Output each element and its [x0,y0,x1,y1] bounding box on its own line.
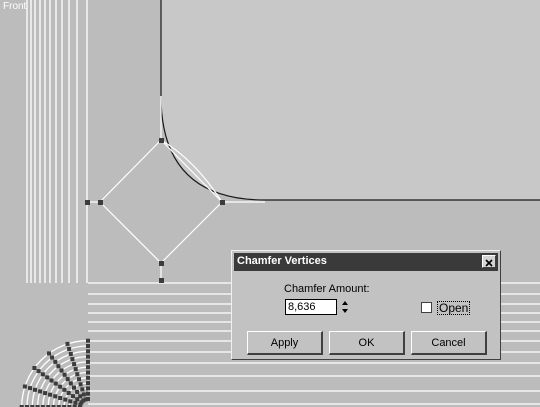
arc-vertex [49,378,54,383]
arc-vertex [65,341,70,346]
arc-vertex [78,382,83,387]
arc-vertex [32,366,37,370]
arc-vertex [86,359,90,364]
ok-button[interactable]: OK [329,331,405,355]
chamfer-amount-spinner[interactable] [340,299,350,315]
spinner-up-icon[interactable] [340,299,350,307]
arc-vertex [65,377,70,382]
arc-vertex [38,389,43,394]
arc-vertex [81,392,86,397]
spinner-down-icon[interactable] [340,307,350,315]
arc-vertex [73,400,78,405]
arc-vertex [68,381,73,386]
arc-vertex [80,387,85,392]
arc-vertex [62,372,67,377]
arc-vertex [78,394,83,399]
arc-vertex [71,394,75,399]
arc-vertex [59,368,64,373]
rounded-shape-fill [161,0,540,200]
chamfer-vertices-dialog: Chamfer Vertices Chamfer Amount: Open Ap… [231,250,501,360]
cancel-button[interactable]: Cancel [411,331,487,355]
arc-vertex [40,372,45,377]
arc-vertex [68,399,73,404]
arc-vertex [86,354,90,359]
arc-vertex [86,397,90,401]
arc-vertex [72,385,76,390]
arc-vertex [53,381,58,386]
arc-vertex [58,396,63,400]
arc-vertex [43,391,48,396]
arc-vertex [86,386,90,391]
arc-vertex [53,394,58,399]
arc-vertex [75,390,80,394]
arc-vertex [36,369,41,374]
arc-vertex [73,367,78,372]
arc-vertex [58,384,63,389]
close-button[interactable] [482,255,496,268]
arc-vertex [62,387,67,392]
arc-vertex [86,344,90,348]
arc-vertex [66,391,71,395]
arc-vertex [28,386,32,391]
open-checkbox[interactable] [421,302,432,313]
chamfer-amount-label: Chamfer Amount: [284,283,370,295]
arc-vertex [67,347,72,351]
arc-vertex [22,384,27,389]
arc-vertex [77,377,81,382]
arc-vertex [50,355,55,360]
viewport-label: Front [3,1,27,12]
arc-vertex [47,351,51,356]
arc-vertex [63,397,68,402]
dialog-title: Chamfer Vertices [237,255,327,267]
arc-vertex [33,387,37,392]
apply-button[interactable]: Apply [247,331,323,355]
arc-vertex [86,370,90,375]
close-icon [485,259,493,267]
arc-vertex [70,357,75,362]
arc-vertex [72,362,77,367]
arc-vertex [48,392,53,397]
chamfer-amount-input[interactable] [285,299,337,315]
arc-vertex [86,365,90,370]
arc-vertex [86,338,90,343]
arc-vertex [86,381,90,386]
arc-vertex [56,364,61,369]
dialog-titlebar[interactable]: Chamfer Vertices [234,253,498,271]
arc-vertex [53,359,58,364]
open-label[interactable]: Open [437,301,471,315]
arc-vertex [86,391,90,396]
arc-vertex [45,375,50,380]
arc-vertex [86,349,90,354]
arc-vertex [86,375,90,380]
arc-vertex [75,372,80,377]
vertical-spline-lines [26,0,88,283]
arc-vertex [68,352,73,356]
